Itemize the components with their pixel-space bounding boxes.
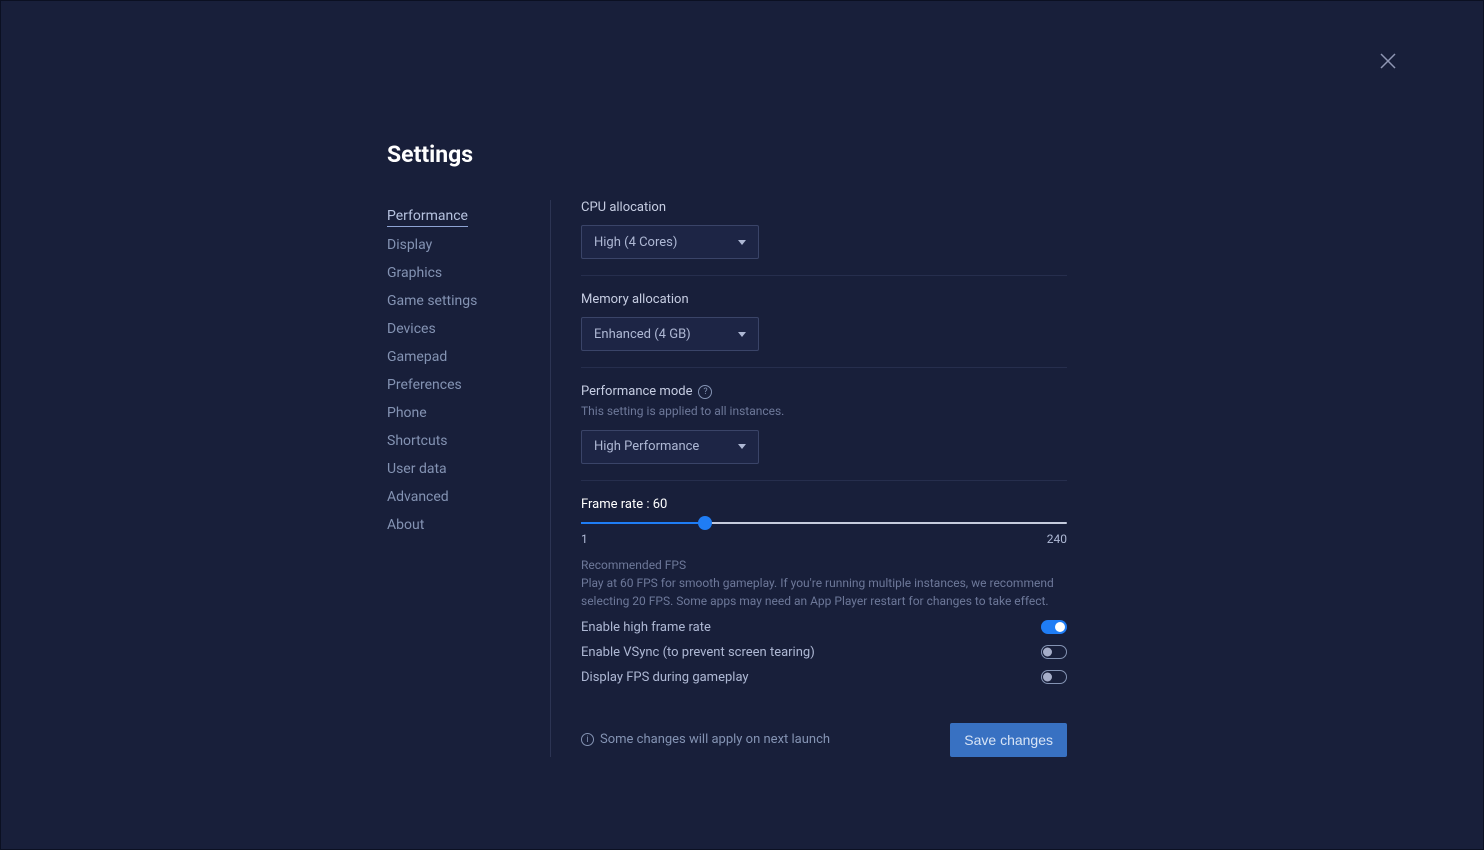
cpu-section: CPU allocation High (4 Cores)	[581, 200, 1067, 276]
memory-select[interactable]: Enhanced (4 GB)	[581, 317, 759, 351]
sidebar-item-phone[interactable]: Phone	[387, 399, 550, 427]
recommended-fps-title: Recommended FPS	[581, 558, 1067, 572]
memory-select-value: Enhanced (4 GB)	[594, 327, 691, 342]
settings-sidebar: Performance DisplayGraphicsGame settingsD…	[387, 200, 551, 757]
sidebar-item-gamepad[interactable]: Gamepad	[387, 343, 550, 371]
chevron-down-icon	[738, 444, 746, 449]
toggle-label: Display FPS during gameplay	[581, 670, 749, 685]
help-icon[interactable]: ?	[698, 385, 712, 399]
sidebar-item-user-data[interactable]: User data	[387, 455, 550, 483]
perf-mode-select-value: High Performance	[594, 439, 699, 454]
close-icon[interactable]	[1378, 51, 1398, 71]
toggle-label: Enable VSync (to prevent screen tearing)	[581, 645, 815, 660]
save-button[interactable]: Save changes	[950, 723, 1067, 757]
perf-mode-label: Performance mode	[581, 384, 692, 399]
slider-fill	[581, 522, 705, 524]
perf-mode-select[interactable]: High Performance	[581, 430, 759, 464]
cpu-select-value: High (4 Cores)	[594, 235, 677, 250]
slider-min: 1	[581, 532, 588, 546]
page-title: Settings	[387, 141, 1067, 168]
frame-rate-label: Frame rate : 60	[581, 497, 1067, 512]
sidebar-item-about[interactable]: About	[387, 511, 550, 539]
sidebar-item-graphics[interactable]: Graphics	[387, 259, 550, 287]
sidebar-item-shortcuts[interactable]: Shortcuts	[387, 427, 550, 455]
chevron-down-icon	[738, 332, 746, 337]
chevron-down-icon	[738, 240, 746, 245]
toggle-label: Enable high frame rate	[581, 620, 711, 635]
toggle-switch[interactable]	[1041, 670, 1067, 684]
footer-notice: Some changes will apply on next launch	[600, 732, 830, 747]
cpu-label: CPU allocation	[581, 200, 1067, 215]
cpu-select[interactable]: High (4 Cores)	[581, 225, 759, 259]
toggle-switch[interactable]	[1041, 620, 1067, 634]
toggle-row: Enable VSync (to prevent screen tearing)	[581, 645, 1067, 660]
toggle-row: Enable high frame rate	[581, 620, 1067, 635]
sidebar-item-devices[interactable]: Devices	[387, 315, 550, 343]
memory-label: Memory allocation	[581, 292, 1067, 307]
sidebar-item-advanced[interactable]: Advanced	[387, 483, 550, 511]
settings-main: CPU allocation High (4 Cores) Memory all…	[551, 200, 1067, 757]
perf-mode-section: Performance mode ? This setting is appli…	[581, 384, 1067, 481]
sidebar-item-preferences[interactable]: Preferences	[387, 371, 550, 399]
slider-knob[interactable]	[698, 516, 712, 530]
sidebar-item-display[interactable]: Display	[387, 231, 550, 259]
sidebar-item-game-settings[interactable]: Game settings	[387, 287, 550, 315]
toggle-switch[interactable]	[1041, 645, 1067, 659]
frame-rate-slider[interactable]	[581, 522, 1067, 524]
toggle-row: Display FPS during gameplay	[581, 670, 1067, 685]
recommended-fps-text: Play at 60 FPS for smooth gameplay. If y…	[581, 574, 1067, 610]
sidebar-item-performance[interactable]: Performance	[387, 202, 468, 227]
perf-mode-subtext: This setting is applied to all instances…	[581, 403, 1067, 420]
info-icon: i	[581, 733, 594, 746]
frame-rate-section: Frame rate : 60 1 240 Recommended FPS Pl…	[581, 497, 1067, 685]
slider-max: 240	[1047, 532, 1067, 546]
memory-section: Memory allocation Enhanced (4 GB)	[581, 292, 1067, 368]
